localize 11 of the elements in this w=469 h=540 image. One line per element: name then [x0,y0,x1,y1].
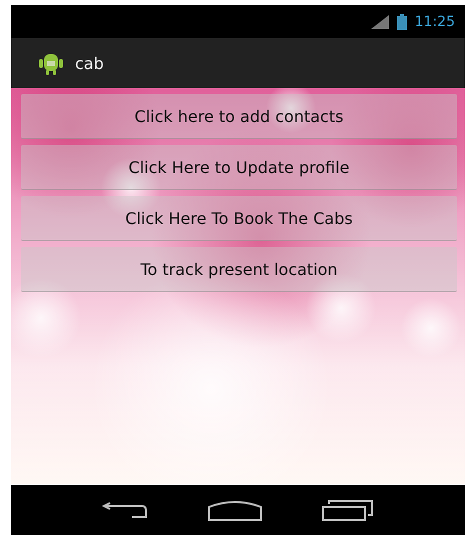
menu-button[interactable]: Click Here To Book The Cabs [21,196,457,241]
robot-icon [39,51,63,75]
menu-button[interactable]: To track present location [21,247,457,292]
clock-time: 11:25 [414,14,455,30]
recent-apps-icon[interactable] [322,499,374,521]
app-title: cab [75,54,104,72]
home-icon[interactable] [208,499,262,521]
signal-icon [368,14,389,28]
menu-button[interactable]: Click Here to Update profile [21,145,457,190]
battery-icon [396,14,407,30]
menu-button[interactable]: Click here to add contacts [21,94,457,139]
